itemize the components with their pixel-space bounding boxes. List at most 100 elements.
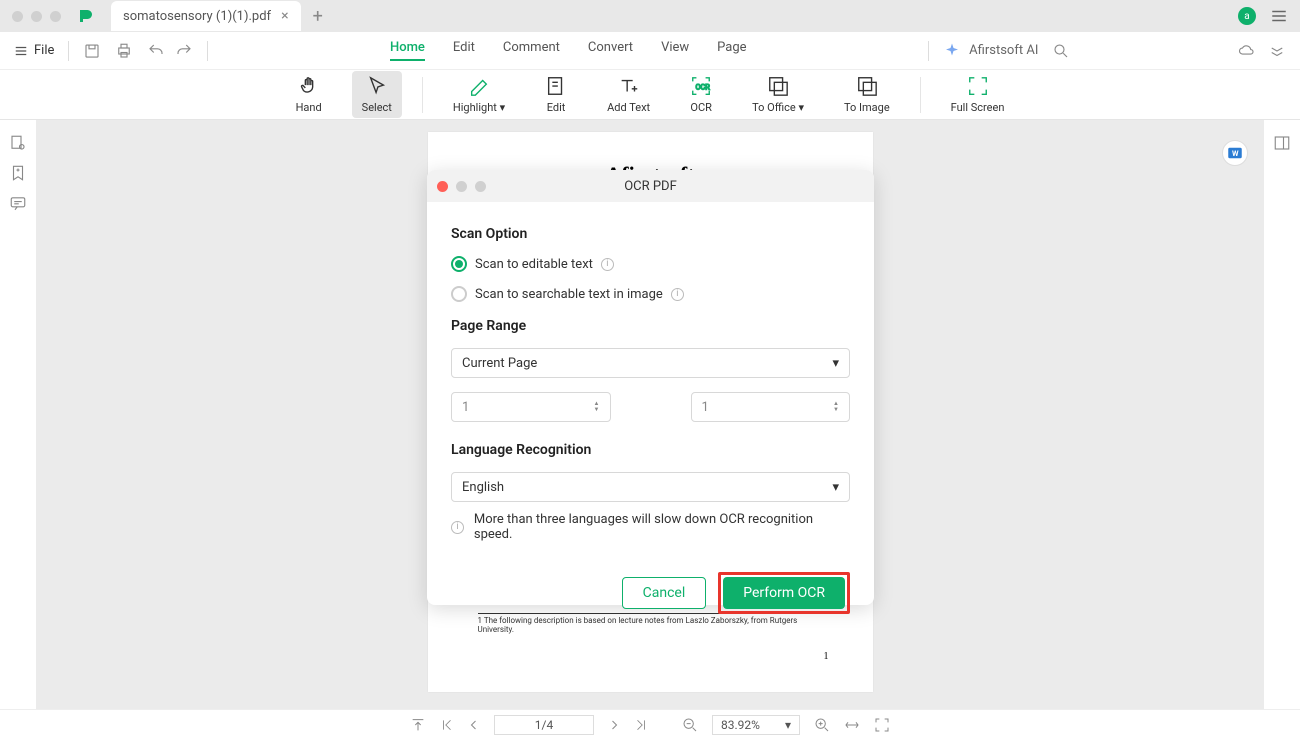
tab-title: somatosensory (1)(1).pdf: [123, 9, 271, 24]
tool-fullscreen[interactable]: Full Screen: [941, 71, 1015, 118]
tool-tooffice[interactable]: To Office ▾: [742, 71, 814, 118]
language-select[interactable]: English ▾: [451, 472, 850, 502]
tool-toimage[interactable]: To Image: [834, 71, 900, 118]
first-page-icon[interactable]: [440, 718, 454, 732]
ocr-icon: OCR: [690, 75, 712, 97]
scan-option-heading: Scan Option: [451, 226, 850, 242]
radio-scan-searchable[interactable]: Scan to searchable text in image i: [451, 286, 850, 302]
collapse-icon[interactable]: [1268, 42, 1286, 60]
tool-edit[interactable]: Edit: [535, 71, 577, 118]
close-tab-icon[interactable]: ×: [281, 8, 288, 24]
cancel-button[interactable]: Cancel: [622, 577, 707, 609]
ocr-dialog: OCR PDF Scan Option Scan to editable tex…: [427, 170, 874, 605]
chevron-down-icon: ▾: [832, 356, 839, 371]
print-icon[interactable]: [115, 42, 133, 60]
thumbnails-icon[interactable]: [9, 134, 27, 152]
ai-section[interactable]: Afirstsoft AI: [943, 42, 1038, 60]
close-window-icon[interactable]: [12, 11, 23, 22]
tool-addtext[interactable]: Add Text: [597, 71, 660, 118]
word-export-badge[interactable]: W: [1222, 140, 1248, 166]
dialog-titlebar: OCR PDF: [427, 170, 874, 202]
tab-convert[interactable]: Convert: [588, 40, 633, 61]
page-number: 1: [824, 651, 829, 662]
redo-icon[interactable]: [175, 42, 193, 60]
last-page-icon[interactable]: [634, 718, 648, 732]
search-icon[interactable]: [1052, 42, 1070, 60]
tab-home[interactable]: Home: [390, 40, 425, 61]
info-icon: i: [451, 521, 464, 534]
sparkle-icon: [943, 42, 961, 60]
separator: [920, 77, 921, 113]
save-icon[interactable]: [83, 42, 101, 60]
cursor-icon: [366, 75, 388, 97]
highlighter-icon: [468, 75, 490, 97]
separator: [68, 41, 69, 61]
zoom-select[interactable]: 83.92% ▾: [712, 715, 800, 735]
language-heading: Language Recognition: [451, 442, 850, 458]
ribbon-toolbar: Hand Select Highlight ▾ Edit Add Text OC…: [0, 70, 1300, 120]
title-bar: somatosensory (1)(1).pdf × + a: [0, 0, 1300, 32]
range-from-input[interactable]: 1 ▲▼: [451, 392, 611, 422]
spinner-arrows-icon[interactable]: ▲▼: [833, 401, 839, 413]
warning-row: i More than three languages will slow do…: [451, 512, 850, 542]
word-icon: W: [1226, 144, 1244, 162]
minimize-window-icon[interactable]: [31, 11, 42, 22]
dialog-close-icon[interactable]: [437, 181, 448, 192]
hand-icon: [298, 75, 320, 97]
chevron-down-icon: ▾: [832, 480, 839, 495]
edit-icon: [545, 75, 567, 97]
svg-text:W: W: [1232, 149, 1239, 158]
maximize-window-icon[interactable]: [50, 11, 61, 22]
tool-ocr[interactable]: OCR OCR: [680, 71, 722, 118]
zoom-out-icon[interactable]: [682, 717, 698, 733]
fit-page-icon[interactable]: [874, 717, 890, 733]
radio-scan-editable[interactable]: Scan to editable text i: [451, 256, 850, 272]
avatar[interactable]: a: [1238, 7, 1256, 25]
page-range-select[interactable]: Current Page ▾: [451, 348, 850, 378]
comment-icon[interactable]: [9, 194, 27, 212]
tool-select[interactable]: Select: [352, 71, 402, 118]
page-indicator[interactable]: 1/4: [494, 715, 594, 735]
fullscreen-icon: [967, 75, 989, 97]
image-icon: [856, 75, 878, 97]
bookmark-icon[interactable]: [9, 164, 27, 182]
spinner-arrows-icon[interactable]: ▲▼: [594, 401, 600, 413]
zoom-in-icon[interactable]: [814, 717, 830, 733]
cloud-icon[interactable]: [1238, 42, 1256, 60]
info-icon[interactable]: i: [671, 288, 684, 301]
undo-icon[interactable]: [147, 42, 165, 60]
tab-edit[interactable]: Edit: [453, 40, 475, 61]
tab-view[interactable]: View: [661, 40, 689, 61]
perform-ocr-button[interactable]: Perform OCR: [723, 577, 845, 609]
tab-comment[interactable]: Comment: [503, 40, 560, 61]
menu-icon: [14, 44, 28, 58]
chevron-down-icon: ▾: [785, 718, 791, 732]
tool-highlight[interactable]: Highlight ▾: [443, 71, 515, 118]
radio-icon: [451, 286, 467, 302]
new-tab-button[interactable]: +: [313, 6, 323, 27]
panel-icon[interactable]: [1273, 134, 1291, 152]
dialog-maximize-icon: [475, 181, 486, 192]
scroll-top-icon[interactable]: [410, 717, 426, 733]
fit-width-icon[interactable]: [844, 717, 860, 733]
tool-hand[interactable]: Hand: [286, 71, 332, 118]
menu-bar: File Home Edit Comment Convert View Page…: [0, 32, 1300, 70]
hamburger-menu-icon[interactable]: [1270, 7, 1288, 25]
left-rail: [0, 120, 36, 709]
svg-text:OCR: OCR: [696, 83, 711, 92]
page-range-heading: Page Range: [451, 318, 850, 334]
document-tab[interactable]: somatosensory (1)(1).pdf ×: [111, 1, 301, 31]
prev-page-icon[interactable]: [468, 719, 480, 731]
separator: [928, 41, 929, 61]
file-menu[interactable]: File: [14, 43, 54, 58]
dialog-title-text: OCR PDF: [624, 179, 677, 194]
info-icon[interactable]: i: [601, 258, 614, 271]
highlight-annotation: Perform OCR: [718, 572, 850, 614]
separator: [207, 41, 208, 61]
tab-page[interactable]: Page: [717, 40, 746, 61]
next-page-icon[interactable]: [608, 719, 620, 731]
app-logo-icon: [77, 7, 95, 25]
window-controls: [12, 11, 61, 22]
radio-icon: [451, 256, 467, 272]
range-to-input[interactable]: 1 ▲▼: [691, 392, 851, 422]
